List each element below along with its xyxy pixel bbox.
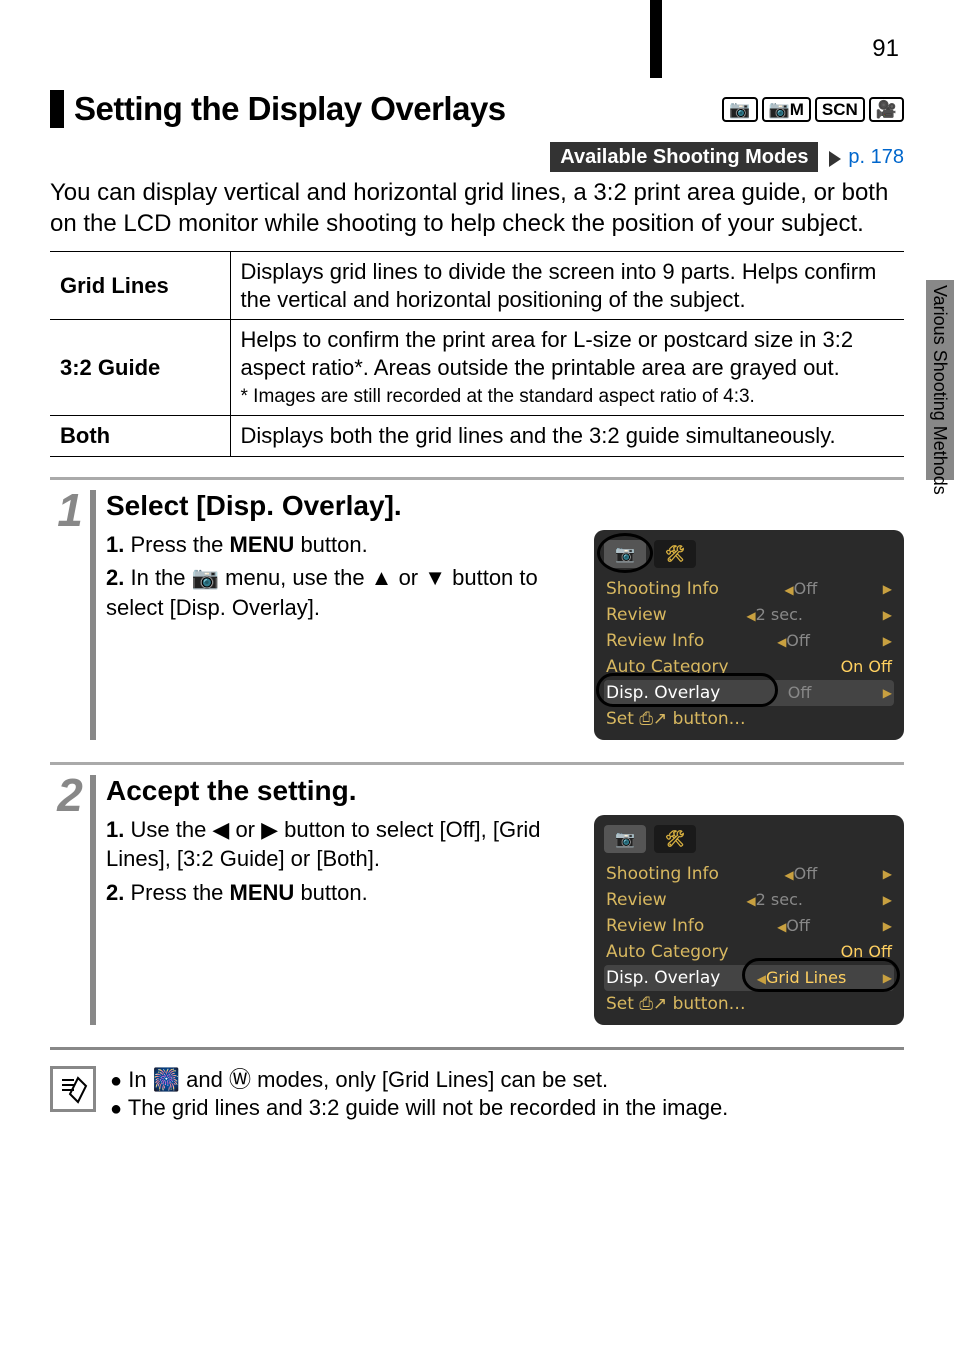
table-row: Both Displays both the grid lines and th… [50, 416, 904, 457]
step-heading: Select [Disp. Overlay]. [106, 490, 904, 522]
option-name: Grid Lines [50, 252, 230, 320]
notes-body: ● In 🎆 and Ⓦ modes, only [Grid Lines] ca… [110, 1066, 728, 1123]
menu-screenshot: 📷 🛠 Shooting Info◀Off▶ Review◀2 sec.▶ Re… [594, 530, 904, 740]
mode-icon: SCN [815, 97, 865, 122]
menu-screenshot: 📷 🛠 Shooting Info◀Off▶ Review◀2 sec.▶ Re… [594, 815, 904, 1025]
option-name: 3:2 Guide [50, 320, 230, 416]
step-2: 2 Accept the setting. 1. Use the ◀ or ▶ … [50, 762, 904, 1047]
intro-paragraph: You can display vertical and horizontal … [50, 177, 904, 239]
top-corner-bar [650, 0, 662, 78]
option-desc: Displays grid lines to divide the screen… [230, 252, 904, 320]
step-text: 1. Press the MENU button. 2. In the 📷 me… [106, 530, 580, 740]
mode-icon: 📷M [762, 97, 811, 122]
tools-tab-icon: 🛠 [654, 825, 696, 853]
mode-icon: 🎥 [869, 97, 904, 122]
chevron-right-icon [829, 151, 841, 167]
mode-icon: 📷 [722, 97, 757, 122]
annotation-rect-row [596, 673, 778, 707]
annotation-rect-value [742, 958, 900, 992]
step-text: 1. Use the ◀ or ▶ button to select [Off]… [106, 815, 580, 1025]
option-name: Both [50, 416, 230, 457]
tools-tab-icon: 🛠 [654, 540, 696, 568]
camera-tab-icon: 📷 [604, 825, 646, 853]
option-desc: Displays both the grid lines and the 3:2… [230, 416, 904, 457]
available-modes-label: Available Shooting Modes [550, 142, 818, 172]
mode-icons: 📷 📷M SCN 🎥 [722, 97, 904, 122]
options-table: Grid Lines Displays grid lines to divide… [50, 251, 904, 456]
step-number: 1 [50, 490, 96, 740]
page-number: 91 [872, 35, 899, 63]
notes-section: ● In 🎆 and Ⓦ modes, only [Grid Lines] ca… [50, 1047, 904, 1123]
table-row: Grid Lines Displays grid lines to divide… [50, 252, 904, 320]
available-modes-row: Available Shooting Modes p. 178 [50, 146, 904, 169]
step-number: 2 [50, 775, 96, 1025]
note-icon [50, 1066, 96, 1112]
table-row: 3:2 Guide Helps to confirm the print are… [50, 320, 904, 416]
side-section-label: Various Shooting Methods [929, 285, 950, 495]
section-title: Setting the Display Overlays [74, 90, 722, 128]
page-reference-link: p. 178 [848, 146, 904, 168]
step-heading: Accept the setting. [106, 775, 904, 807]
step-1: 1 Select [Disp. Overlay]. 1. Press the M… [50, 477, 904, 762]
section-title-row: Setting the Display Overlays 📷 📷M SCN 🎥 [50, 90, 904, 128]
annotation-circle-tab [597, 533, 653, 573]
option-desc: Helps to confirm the print area for L-si… [230, 320, 904, 416]
